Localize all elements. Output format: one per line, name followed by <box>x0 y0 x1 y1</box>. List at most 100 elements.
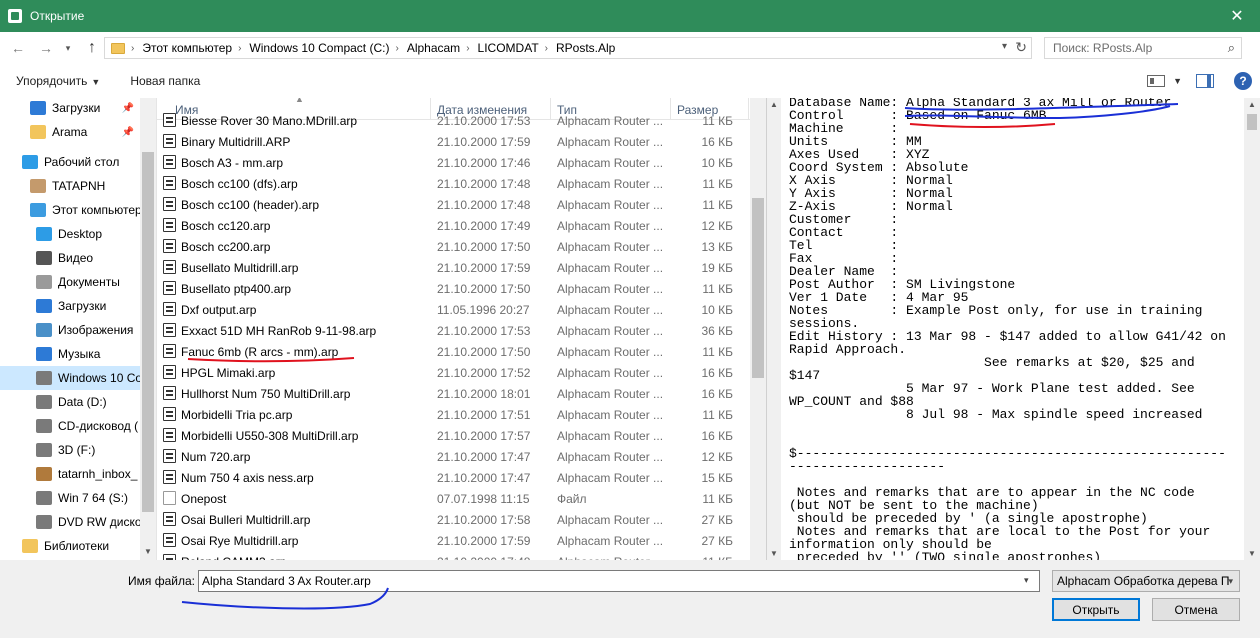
breadcrumb-alphacam[interactable]: Alphacam <box>407 41 460 55</box>
table-row[interactable]: Morbidelli Tria pc.arp 21.10.2000 17:51 Al… <box>157 404 751 425</box>
table-row[interactable]: Bosch cc200.arp 21.10.2000 17:50 Alphacam … <box>157 236 751 257</box>
preview-pane-icon[interactable] <box>1196 74 1214 88</box>
organize-button[interactable]: Упорядочить ▼ <box>16 74 100 88</box>
open-button[interactable]: Открыть <box>1052 598 1140 621</box>
file-size: 11 КБ <box>702 176 733 191</box>
sidebar-item[interactable]: Музыка <box>0 342 140 366</box>
sidebar-item[interactable]: tatarnh_inbox_ <box>0 462 140 486</box>
breadcrumb-licomdat[interactable]: LICOMDAT <box>478 41 539 55</box>
table-row[interactable]: HPGL Mimaki.arp 21.10.2000 17:52 Alphacam … <box>157 362 751 383</box>
file-type: Alphacam Router ... <box>557 365 664 380</box>
file-type-select[interactable]: Alphacam Обработка дерева П ▾ <box>1052 570 1240 592</box>
table-row[interactable]: Osai Bulleri Multidrill.arp 21.10.2000 17… <box>157 509 751 530</box>
nav-scrollbar[interactable]: ▼ <box>140 98 156 560</box>
file-size: 16 КБ <box>701 134 733 149</box>
sidebar-item[interactable]: DVD RW диско <box>0 510 140 534</box>
filename-label: Имя файла: <box>128 574 195 588</box>
cancel-button[interactable]: Отмена <box>1152 598 1240 621</box>
table-row[interactable]: Bosch A3 - mm.arp 21.10.2000 17:46 Alphaca… <box>157 152 751 173</box>
sidebar-item[interactable]: Windows 10 Co <box>0 366 140 390</box>
scroll-up-icon[interactable]: ▲ <box>1248 100 1256 109</box>
table-row[interactable]: Osai Rye Multidrill.arp 21.10.2000 17:59 A… <box>157 530 751 551</box>
sidebar-item[interactable]: Data (D:) <box>0 390 140 414</box>
sidebar-item[interactable]: Изображения <box>0 318 140 342</box>
filename-input[interactable] <box>198 570 1040 592</box>
table-row[interactable]: Busellato ptp400.arp 21.10.2000 17:50 Alph… <box>157 278 751 299</box>
file-name: Osai Bulleri Multidrill.arp <box>157 511 431 527</box>
chevron-down-icon[interactable]: ▼ <box>1173 76 1182 86</box>
chevron-right-icon: › <box>544 42 548 54</box>
file-date: 21.10.2000 17:59 <box>437 260 531 275</box>
breadcrumb-rposts[interactable]: RPosts.Alp <box>556 41 615 55</box>
close-button[interactable]: ✕ <box>1214 0 1260 32</box>
table-row[interactable]: Exxact 51D MH RanRob 9-11-98.arp 21.10.20… <box>157 320 751 341</box>
new-folder-button[interactable]: Новая папка <box>130 74 200 88</box>
table-row[interactable]: Num 720.arp 21.10.2000 17:47 Alphacam Rout… <box>157 446 751 467</box>
scroll-up-icon[interactable]: ▲ <box>770 100 778 109</box>
sidebar-item[interactable]: Загрузки 📌 <box>0 98 140 120</box>
address-bar[interactable]: › Этот компьютер › Windows 10 Compact (C… <box>104 37 1032 59</box>
file-size: 11 КБ <box>702 491 733 506</box>
file-list-scrollbar-thumb[interactable] <box>752 198 764 378</box>
table-row[interactable]: Fanuc 6mb (R arcs - mm).arp 21.10.2000 17… <box>157 341 751 362</box>
preview-text: Database Name: Alpha Standard 3 ax Mill … <box>789 98 1226 560</box>
scroll-down-icon[interactable]: ▼ <box>144 547 152 556</box>
search-input[interactable]: Поиск: RPosts.Alp ⌕ <box>1044 37 1242 59</box>
table-row[interactable]: Binary Multidrill.ARP 21.10.2000 17:59 Alp… <box>157 131 751 152</box>
pin-icon[interactable]: 📌 <box>122 103 134 114</box>
file-size: 13 КБ <box>701 239 733 254</box>
refresh-icon[interactable]: ↻ <box>1015 39 1027 56</box>
nav-scrollbar-thumb[interactable] <box>142 152 154 512</box>
help-icon[interactable]: ? <box>1234 72 1252 90</box>
forward-button[interactable]: → <box>36 38 56 58</box>
sidebar-item[interactable]: Документы <box>0 270 140 294</box>
table-row[interactable]: Num 750 4 axis ness.arp 21.10.2000 17:47 A… <box>157 467 751 488</box>
search-icon[interactable]: ⌕ <box>1228 40 1235 56</box>
sidebar-item[interactable]: Arama 📌 <box>0 120 140 144</box>
arp-file-icon <box>163 343 176 358</box>
sidebar-item[interactable]: Видео <box>0 246 140 270</box>
sidebar-item[interactable]: Библиотеки <box>0 534 140 558</box>
title-bar: Открытие ✕ <box>0 0 1260 32</box>
scroll-down-icon[interactable]: ▼ <box>1248 549 1256 558</box>
file-type: Alphacam Router ... <box>557 134 664 149</box>
breadcrumb-drive-c[interactable]: Windows 10 Compact (C:) <box>249 41 389 55</box>
table-row[interactable]: Biesse Rover 30 Mano.MDrill.arp 21.10.200… <box>157 110 751 131</box>
file-date: 21.10.2000 17:59 <box>437 533 531 548</box>
filename-dropdown-icon[interactable]: ▾ <box>1024 575 1029 586</box>
breadcrumb-this-pc[interactable]: Этот компьютер <box>142 41 232 55</box>
table-row[interactable]: Morbidelli U550-308 MultiDrill.arp 21.10.… <box>157 425 751 446</box>
view-options-icon[interactable] <box>1147 75 1166 87</box>
preview-right-scrollbar[interactable]: ▲ ▼ <box>1244 98 1260 560</box>
file-type: Alphacam Router ... <box>557 113 664 128</box>
sidebar-item[interactable]: TATAPNH <box>0 174 140 198</box>
sidebar-item[interactable]: Win 7 64 (S:) <box>0 486 140 510</box>
sidebar-item[interactable]: Этот компьютер <box>0 198 140 222</box>
table-row[interactable]: Bosch cc100 (dfs).arp 21.10.2000 17:48 Alp… <box>157 173 751 194</box>
scroll-down-icon[interactable]: ▼ <box>770 549 778 558</box>
table-row[interactable]: Roland CAMM3.arp21.10.2000 17:48Alphacam… <box>157 551 751 560</box>
file-list-scrollbar[interactable] <box>750 98 766 560</box>
address-dropdown-icon[interactable]: ▾ <box>1002 41 1007 52</box>
sidebar-item[interactable]: Desktop <box>0 222 140 246</box>
table-row[interactable]: Onepost 07.07.1998 11:15 Файл 11 КБ <box>157 488 751 509</box>
table-row[interactable]: Bosch cc100 (header).arp 21.10.2000 17:48… <box>157 194 751 215</box>
organize-label: Упорядочить <box>16 74 88 88</box>
pin-icon[interactable]: 📌 <box>122 127 134 138</box>
back-button[interactable]: ← <box>8 38 28 58</box>
table-row[interactable]: Bosch cc120.arp 21.10.2000 17:49 Alphacam … <box>157 215 751 236</box>
music-icon <box>36 347 52 361</box>
close-icon: ✕ <box>1230 8 1244 25</box>
preview-left-scrollbar[interactable]: ▲ ▼ <box>767 98 781 560</box>
table-row[interactable]: Hullhorst Num 750 MultiDrill.arp 21.10.20… <box>157 383 751 404</box>
sidebar-item[interactable]: Рабочий стол <box>0 150 140 174</box>
preview-scrollbar-thumb[interactable] <box>1247 114 1257 130</box>
up-button[interactable]: ↑ <box>82 38 102 58</box>
recent-locations-button[interactable]: ▾ <box>58 38 78 58</box>
table-row[interactable]: Busellato Multidrill.arp 21.10.2000 17:59… <box>157 257 751 278</box>
sidebar-item[interactable]: 3D (F:) <box>0 438 140 462</box>
sidebar-item[interactable]: CD-дисковод ( <box>0 414 140 438</box>
table-row[interactable]: Dxf output.arp 11.05.1996 20:27 Alphacam R… <box>157 299 751 320</box>
forward-arrow-icon: → <box>39 40 53 56</box>
sidebar-item[interactable]: Загрузки <box>0 294 140 318</box>
